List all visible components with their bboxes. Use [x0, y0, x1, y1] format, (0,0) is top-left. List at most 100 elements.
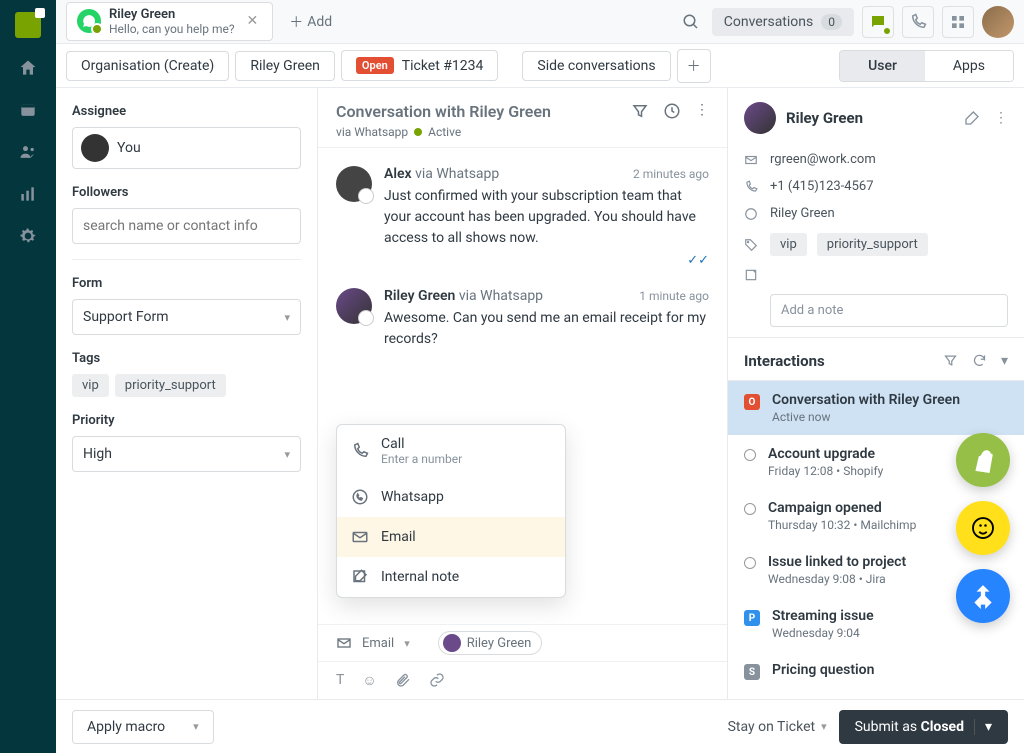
requester-whatsapp[interactable]: Riley Green — [770, 206, 835, 221]
tag-chip[interactable]: priority_support — [817, 233, 928, 256]
tags-label: Tags — [72, 351, 301, 366]
home-icon[interactable] — [16, 56, 40, 80]
channel-internal-note[interactable]: Internal note — [337, 557, 565, 597]
tab-title: Riley Green — [109, 7, 235, 23]
chevron-down-icon[interactable]: ▾ — [974, 719, 992, 735]
sender-avatar — [336, 166, 372, 202]
tab-bar: Riley Green Hello, can you help me? ✕ ＋ … — [56, 0, 1024, 44]
add-note-input[interactable]: Add a note — [770, 294, 1008, 327]
sender-avatar — [336, 288, 372, 324]
seg-apps[interactable]: Apps — [925, 51, 1013, 81]
followers-input[interactable] — [72, 208, 301, 244]
seg-user[interactable]: User — [840, 51, 925, 81]
breadcrumb-requester[interactable]: Riley Green — [235, 51, 335, 81]
tags-field[interactable]: vip priority_support — [72, 374, 301, 397]
requester-email[interactable]: rgreen@work.com — [770, 152, 876, 167]
more-icon[interactable]: ⋮ — [695, 102, 709, 120]
stay-on-ticket-button[interactable]: Stay on Ticket ▾ — [728, 719, 827, 735]
conversation-via: via Whatsapp — [336, 125, 408, 139]
phone-icon — [744, 180, 760, 194]
timeline-dot — [744, 503, 756, 515]
ticket-footer: Apply macro ▾ Stay on Ticket ▾ Submit as… — [56, 699, 1024, 753]
shopify-fab[interactable] — [956, 433, 1010, 487]
whatsapp-icon — [351, 488, 369, 506]
requester-name: Riley Green — [786, 109, 863, 127]
breadcrumb-ticket[interactable]: Open Ticket #1234 — [341, 50, 498, 81]
email-icon — [744, 153, 760, 167]
breadcrumb-org[interactable]: Organisation (Create) — [66, 51, 229, 81]
assignee-label: Assignee — [72, 104, 301, 119]
refresh-icon[interactable] — [972, 353, 987, 369]
status-dot — [414, 128, 422, 136]
user-avatar[interactable] — [982, 6, 1014, 38]
close-icon[interactable]: ✕ — [243, 13, 263, 29]
text-format-icon[interactable]: T — [336, 672, 344, 689]
form-select[interactable]: Support Form ▾ — [72, 299, 301, 335]
chat-status-icon[interactable] — [862, 6, 894, 38]
recipient-avatar — [443, 634, 461, 652]
jira-fab[interactable] — [956, 569, 1010, 623]
priority-select[interactable]: High ▾ — [72, 436, 301, 472]
apply-macro-button[interactable]: Apply macro ▾ — [72, 710, 214, 744]
side-conversations-button[interactable]: Side conversations — [522, 51, 670, 81]
requester-phone[interactable]: +1 (415)123-4567 — [770, 179, 874, 194]
channel-email[interactable]: Email — [337, 517, 565, 557]
brand-logo[interactable] — [15, 12, 41, 38]
chevron-down-icon[interactable]: ▾ — [404, 637, 410, 650]
channel-menu: Call Enter a number Whatsapp Email — [336, 424, 566, 598]
call-status-icon[interactable] — [902, 6, 934, 38]
status-badge: P — [744, 610, 760, 626]
timeline-dot — [744, 557, 756, 569]
add-tab-button[interactable]: ＋ Add — [281, 12, 340, 32]
status-badge: S — [744, 664, 760, 680]
apps-grid-icon[interactable] — [942, 6, 974, 38]
channel-call[interactable]: Call Enter a number — [337, 425, 565, 477]
whatsapp-icon — [744, 207, 760, 221]
workspace-tab[interactable]: Riley Green Hello, can you help me? ✕ — [66, 2, 273, 42]
settings-icon[interactable] — [16, 224, 40, 248]
history-icon[interactable] — [663, 102, 681, 120]
priority-label: Priority — [72, 413, 301, 428]
note-icon — [744, 268, 760, 282]
chevron-down-icon: ▾ — [821, 720, 827, 733]
read-receipt-icon: ✓✓ — [384, 253, 709, 268]
integration-fabs — [956, 433, 1010, 623]
followers-label: Followers — [72, 185, 301, 200]
interaction-item[interactable]: O Conversation with Riley GreenActive no… — [728, 381, 1024, 435]
filter-icon[interactable] — [943, 353, 958, 369]
interaction-item[interactable]: S Pricing question — [728, 651, 1024, 691]
reporting-icon[interactable] — [16, 182, 40, 206]
timeline-dot — [744, 449, 756, 461]
messages-list: Alex via Whatsapp 2 minutes ago Just con… — [318, 148, 727, 624]
search-icon[interactable] — [678, 9, 704, 35]
recipient-chip[interactable]: Riley Green — [438, 631, 543, 655]
conversations-button[interactable]: Conversations 0 — [712, 8, 854, 36]
assignee-picker[interactable]: You — [72, 127, 301, 169]
more-icon[interactable]: ⋮ — [994, 110, 1008, 126]
link-icon[interactable] — [429, 672, 445, 689]
attachment-icon[interactable] — [395, 672, 411, 689]
edit-icon[interactable] — [964, 110, 980, 126]
message-text: Awesome. Can you send me an email receip… — [384, 308, 709, 350]
status-badge: O — [744, 394, 760, 410]
emoji-icon[interactable]: ☺ — [362, 672, 376, 689]
conversation-panel: Conversation with Riley Green via Whatsa… — [318, 88, 728, 699]
ticket-fields-sidebar: Assignee You Followers Form Support Form… — [56, 88, 318, 699]
message-text: Just confirmed with your subscription te… — [384, 186, 709, 249]
filter-icon[interactable] — [631, 102, 649, 120]
ticket-status-badge: Open — [356, 57, 394, 74]
tag-chip[interactable]: vip — [770, 233, 807, 256]
add-side-conversation[interactable]: ＋ — [677, 49, 711, 83]
tag-chip[interactable]: vip — [72, 374, 109, 397]
channel-whatsapp[interactable]: Whatsapp — [337, 477, 565, 517]
mailchimp-fab[interactable] — [956, 501, 1010, 555]
chevron-down-icon[interactable]: ▾ — [1001, 353, 1008, 369]
context-bar: Organisation (Create) Riley Green Open T… — [56, 44, 1024, 88]
tag-chip[interactable]: priority_support — [115, 374, 226, 397]
chevron-down-icon: ▾ — [284, 311, 290, 324]
views-icon[interactable] — [16, 98, 40, 122]
submit-button[interactable]: Submit as Closed ▾ — [839, 710, 1008, 744]
phone-icon — [351, 442, 369, 460]
composer-channel[interactable]: Email — [362, 636, 394, 651]
customers-icon[interactable] — [16, 140, 40, 164]
